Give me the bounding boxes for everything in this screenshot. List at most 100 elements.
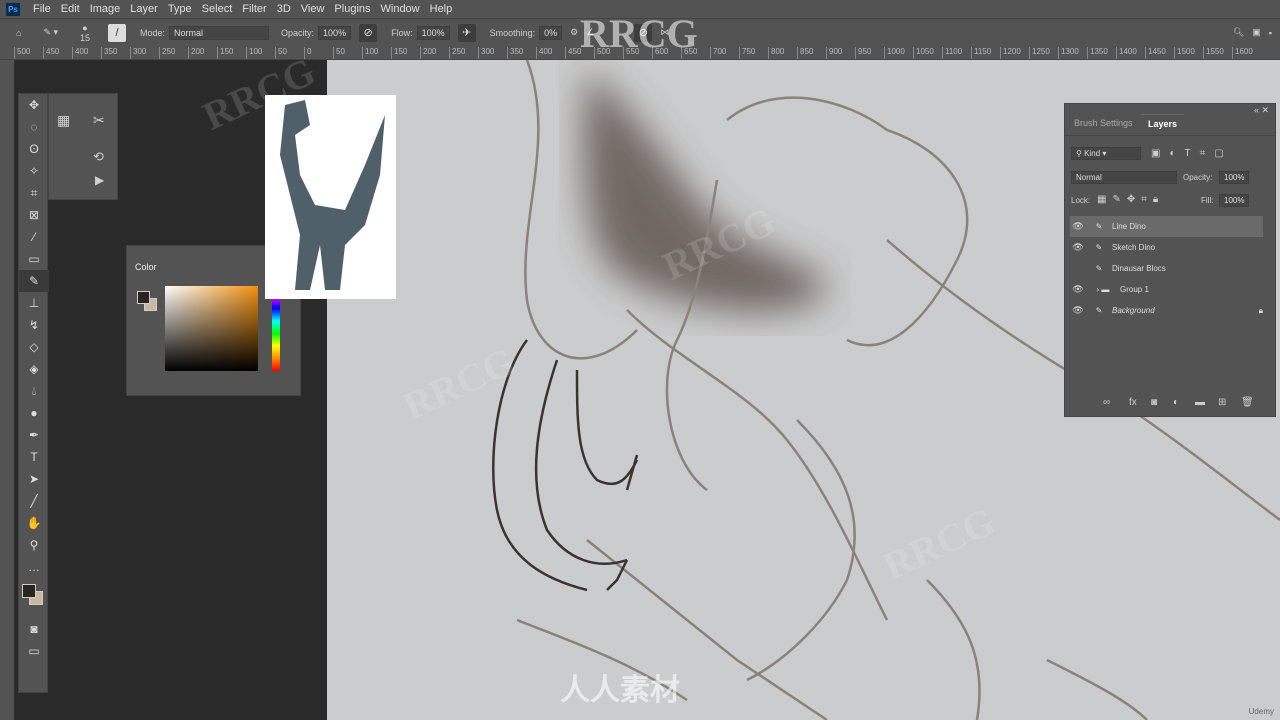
- zoom-tool-icon[interactable]: ⚲: [19, 534, 49, 556]
- ruler-tick-label: 350: [101, 47, 117, 59]
- menu-window[interactable]: Window: [376, 3, 425, 15]
- home-icon[interactable]: ⌂: [16, 28, 21, 38]
- mode-select[interactable]: Normal: [169, 25, 270, 40]
- actions-panel-icon[interactable]: ▶: [95, 173, 104, 187]
- close-panel-icon[interactable]: « ✕: [1254, 105, 1269, 116]
- kind-filter[interactable]: ⚲ Kind ▾: [1071, 147, 1141, 160]
- smoothing-gear-icon[interactable]: ⚙: [570, 27, 578, 38]
- search-icon[interactable]: 🔍︎: [1233, 27, 1244, 38]
- type-tool-icon[interactable]: T: [19, 446, 49, 468]
- ruler-tick-label: 1150: [971, 47, 991, 59]
- healing-brush-tool-icon[interactable]: ▭: [19, 248, 49, 270]
- quick-mask-icon[interactable]: ◙: [19, 618, 49, 640]
- brush-tool-icon[interactable]: ✎: [19, 270, 49, 292]
- menu-image[interactable]: Image: [85, 3, 126, 15]
- color-swatches[interactable]: [19, 578, 49, 618]
- pressure-size-icon[interactable]: ⊘: [634, 23, 653, 42]
- new-group-icon[interactable]: ▬: [1195, 397, 1205, 408]
- foreground-color-swatch[interactable]: [22, 584, 36, 598]
- fx-icon[interactable]: fx: [1129, 397, 1137, 408]
- ruler-tick-label: 1400: [1116, 47, 1137, 59]
- airbrush-icon[interactable]: ✈: [457, 23, 476, 42]
- color-panel-foreground[interactable]: [137, 291, 150, 304]
- menu-help[interactable]: Help: [425, 3, 458, 15]
- path-selection-tool-icon[interactable]: ➤: [19, 468, 49, 490]
- layer-opacity-label: Opacity:: [1183, 173, 1213, 182]
- pen-tool-icon[interactable]: ✒: [19, 424, 49, 446]
- menu-filter[interactable]: Filter: [237, 3, 271, 15]
- pressure-opacity-icon[interactable]: ⊘: [359, 23, 378, 42]
- eraser-tool-icon[interactable]: ◇: [19, 336, 49, 358]
- share-icon[interactable]: ▪: [1269, 28, 1272, 38]
- menu-plugins[interactable]: Plugins: [329, 3, 375, 15]
- folder-icon[interactable]: › ▬: [1086, 285, 1120, 294]
- fill-input[interactable]: 100%: [1219, 194, 1250, 207]
- hand-tool-icon[interactable]: ✋: [19, 512, 49, 534]
- blend-mode-select[interactable]: Normal: [1071, 171, 1177, 184]
- hue-slider[interactable]: [272, 296, 280, 371]
- symmetry-icon[interactable]: ⋈: [660, 27, 669, 38]
- frame-tool-icon[interactable]: ⊠: [19, 204, 49, 226]
- add-mask-icon[interactable]: ◙: [1151, 397, 1157, 408]
- smoothing-input[interactable]: 0%: [539, 25, 563, 40]
- line-tool-icon[interactable]: ╱: [19, 490, 49, 512]
- menu-layer[interactable]: Layer: [125, 3, 163, 15]
- visibility-eye-icon[interactable]: 👁︎: [1070, 305, 1086, 316]
- adjustment-layer-icon[interactable]: ◐: [1173, 397, 1179, 408]
- delete-layer-icon[interactable]: 🗑︎: [1241, 397, 1254, 408]
- crop-tool-icon[interactable]: ⌗: [19, 182, 49, 204]
- layer-dinausar-blocs[interactable]: ✎ Dinausar Blocs: [1070, 258, 1263, 279]
- visibility-eye-icon[interactable]: 👁︎: [1070, 242, 1086, 253]
- menu-select[interactable]: Select: [197, 3, 238, 15]
- visibility-eye-icon[interactable]: 👁︎: [1070, 221, 1086, 232]
- menu-view[interactable]: View: [296, 3, 330, 15]
- ruler-tick-label: 1300: [1058, 47, 1079, 59]
- menu-file[interactable]: File: [28, 3, 56, 15]
- layer-opacity-input[interactable]: 100%: [1219, 171, 1250, 184]
- opacity-input[interactable]: 100%: [318, 25, 352, 40]
- stamp-tool-icon[interactable]: ⊥: [19, 292, 49, 314]
- flow-input[interactable]: 100%: [416, 25, 450, 40]
- lock-icons[interactable]: ▦✎✥⌗🔒︎: [1097, 194, 1164, 205]
- workspace-icon[interactable]: ▣: [1252, 27, 1261, 38]
- more-tools-icon[interactable]: …: [19, 556, 49, 578]
- ruler-tick-label: 100: [362, 47, 378, 59]
- history-panel-icon[interactable]: ⟲: [93, 149, 104, 165]
- visibility-eye-icon[interactable]: 👁︎: [1070, 284, 1086, 295]
- dodge-tool-icon[interactable]: ●: [19, 402, 49, 424]
- tool-presets-icon[interactable]: ✂: [93, 112, 105, 129]
- ruler-tick-label: 550: [623, 47, 639, 59]
- magic-wand-tool-icon[interactable]: ✧: [19, 160, 49, 182]
- layer-sketch-dino[interactable]: 👁︎ ✎ Sketch Dino: [1070, 237, 1263, 258]
- menu-edit[interactable]: Edit: [56, 3, 85, 15]
- color-field[interactable]: [165, 286, 258, 371]
- new-layer-icon[interactable]: ⊞: [1218, 397, 1226, 408]
- brush-preset-picker[interactable]: ✎ ▾: [43, 27, 58, 38]
- move-tool-icon[interactable]: ✥: [19, 94, 49, 116]
- history-brush-tool-icon[interactable]: ↯: [19, 314, 49, 336]
- ruler-tick-label: 600: [652, 47, 668, 59]
- angle-icon[interactable]: ∠: [586, 27, 594, 38]
- menu-3d[interactable]: 3D: [272, 3, 296, 15]
- layer-line-dino[interactable]: 👁︎ ✎ Line Dino: [1070, 216, 1263, 237]
- menu-type[interactable]: Type: [163, 3, 197, 15]
- paint-bucket-tool-icon[interactable]: ◈: [19, 358, 49, 380]
- swatches-panel-icon[interactable]: ▦: [57, 112, 70, 129]
- layer-name: Line Dino: [1112, 222, 1146, 231]
- tab-brush-settings[interactable]: Brush Settings: [1067, 114, 1140, 132]
- screen-mode-icon[interactable]: ▭: [19, 640, 49, 662]
- blur-tool-icon[interactable]: 💧︎: [19, 380, 49, 402]
- eyedropper-tool-icon[interactable]: ⁄: [19, 226, 49, 248]
- layer-filter-icons[interactable]: ▣◐T⌗▢: [1151, 148, 1233, 159]
- link-layers-icon[interactable]: ∞: [1103, 397, 1110, 408]
- ruler-tick-label: 450: [565, 47, 581, 59]
- lock-label: Lock:: [1071, 196, 1091, 205]
- brush-size[interactable]: ● 15: [80, 23, 90, 43]
- marquee-tool-icon[interactable]: ◌: [19, 116, 49, 138]
- layer-group-1[interactable]: 👁︎ › ▬ Group 1: [1070, 279, 1263, 300]
- layer-background[interactable]: 👁︎ ✎ Background 🔒︎: [1070, 300, 1263, 321]
- lasso-tool-icon[interactable]: ʘ: [19, 138, 49, 160]
- brush-panel-toggle-icon[interactable]: /: [108, 23, 127, 42]
- ruler-tick-label: 1200: [1000, 47, 1021, 59]
- tab-layers[interactable]: Layers: [1141, 114, 1185, 133]
